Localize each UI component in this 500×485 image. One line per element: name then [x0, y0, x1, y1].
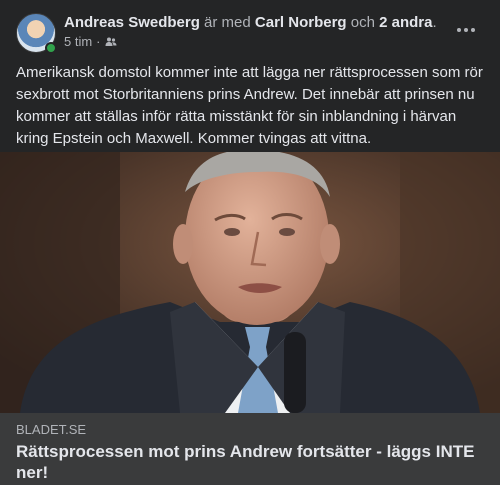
more-options-button[interactable] — [454, 18, 478, 42]
and-text: och — [350, 14, 375, 31]
with-text: är med — [204, 14, 251, 31]
link-domain: BLADET.SE — [16, 422, 87, 437]
post-body-text: Amerikansk domstol kommer inte att lägga… — [16, 64, 483, 147]
portrait-illustration — [0, 152, 500, 413]
others-link[interactable]: 2 andra — [379, 14, 432, 31]
online-status-dot — [45, 42, 57, 54]
post-header: Andreas Swedberg är med Carl Norberg och… — [0, 0, 500, 56]
link-preview[interactable]: BLADET.SE Rättsprocessen mot prins Andre… — [0, 413, 500, 485]
post-header-line: Andreas Swedberg är med Carl Norberg och… — [64, 13, 437, 32]
post-image[interactable] — [0, 152, 500, 413]
friends-icon[interactable] — [105, 36, 117, 48]
meta-separator: · — [96, 34, 101, 49]
post-timestamp[interactable]: 5 tim — [64, 34, 92, 50]
dot-icon — [464, 28, 468, 32]
dot-icon — [457, 28, 461, 32]
author-avatar[interactable] — [16, 13, 57, 54]
post-meta: 5 tim · — [64, 34, 117, 50]
period: . — [432, 14, 437, 31]
tagged-person[interactable]: Carl Norberg — [255, 14, 347, 31]
author-name[interactable]: Andreas Swedberg — [64, 14, 200, 31]
link-title[interactable]: Rättsprocessen mot prins Andrew fortsätt… — [16, 441, 476, 483]
dot-icon — [471, 28, 475, 32]
